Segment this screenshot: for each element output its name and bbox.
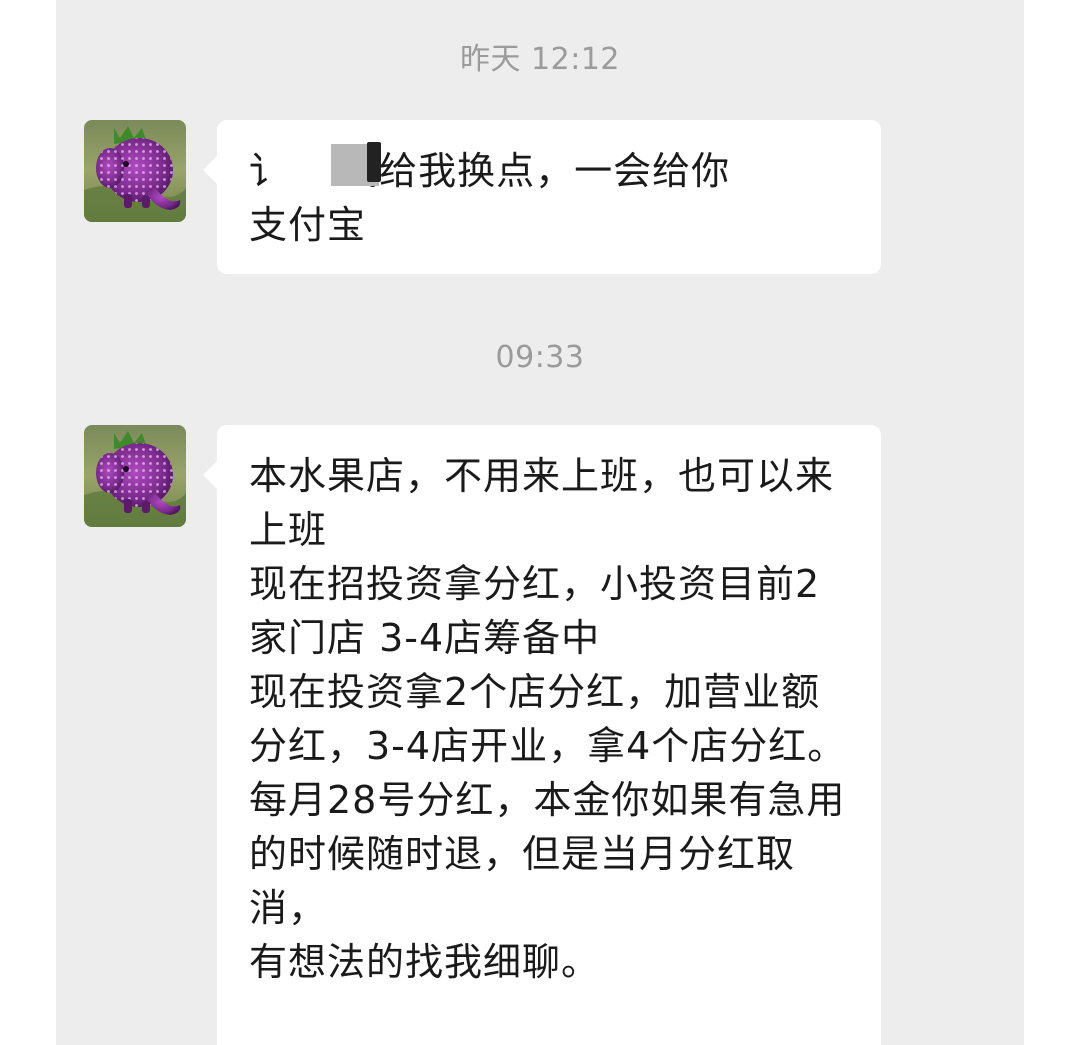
- message-text: 本水果店，不用来上班，也可以来上班 现在招投资拿分红，小投资目前2家门店 3-4…: [249, 454, 847, 984]
- message-timestamp: 09:33: [495, 340, 585, 375]
- message-bubble[interactable]: 本水果店，不用来上班，也可以来上班 现在招投资拿分红，小投资目前2家门店 3-4…: [203, 425, 881, 1045]
- redaction-blur: [261, 124, 381, 196]
- chat-area: 昨天 12:12 有钱给我换点，一会给你 支付宝 09:33 本水果店，不用来上…: [56, 0, 1024, 1045]
- purple-strawberry-elephant-icon: [84, 120, 186, 222]
- message-bubble[interactable]: 讠 有钱给我换点，一会给你 支付宝: [203, 120, 881, 274]
- avatar[interactable]: [84, 120, 186, 222]
- message-timestamp: 昨天 12:12: [460, 42, 620, 77]
- avatar[interactable]: [84, 425, 186, 527]
- purple-strawberry-elephant-icon: [84, 425, 186, 527]
- redaction-edge: [367, 142, 381, 182]
